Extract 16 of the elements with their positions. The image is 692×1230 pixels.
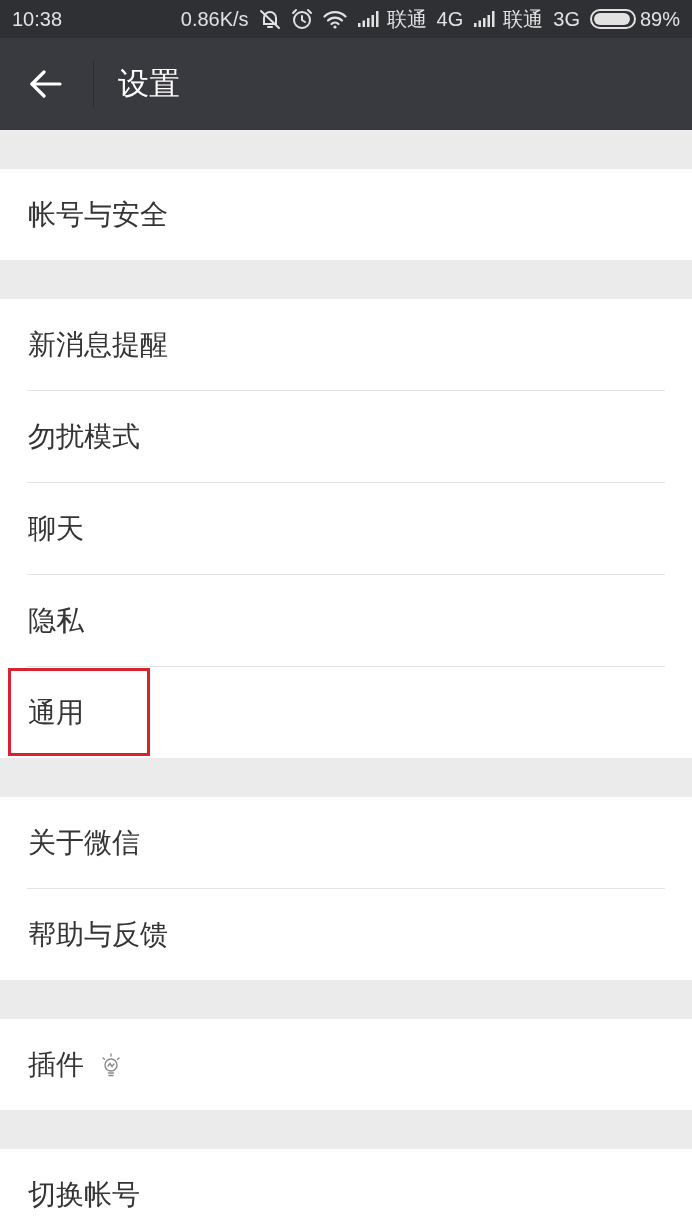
- carrier-name: 联通: [386, 7, 427, 32]
- page-title: 设置: [118, 64, 180, 103]
- signal-icon: [473, 11, 496, 27]
- back-arrow-icon: [30, 70, 62, 98]
- network-speed: 0.86K/s: [180, 7, 249, 32]
- battery-icon: [589, 9, 636, 29]
- light-bulb-icon: [100, 1051, 122, 1078]
- alarm-clock-icon: [290, 8, 313, 30]
- network-type: 3G: [553, 7, 580, 32]
- wifi-icon: [322, 9, 347, 29]
- carrier-name: 联通: [503, 7, 544, 32]
- battery-percent: 89%: [639, 7, 680, 32]
- time: 10:38: [12, 7, 63, 32]
- signal-icon: [356, 11, 379, 27]
- muted-bell-icon: [258, 8, 281, 30]
- network-type: 4G: [436, 7, 464, 32]
